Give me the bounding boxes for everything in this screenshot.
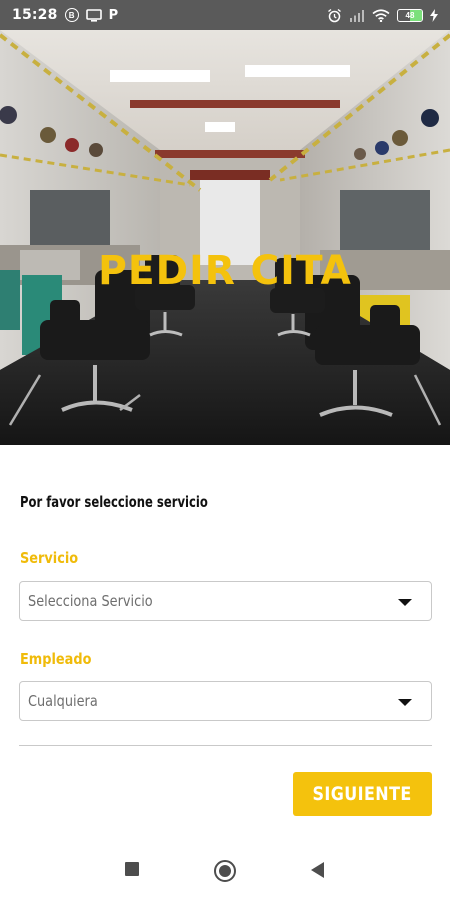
back-triangle-icon[interactable] (311, 862, 324, 878)
employee-select[interactable]: Cualquiera (19, 681, 432, 721)
b-circle-icon: B (64, 8, 79, 22)
status-time: 15:28 (12, 7, 58, 23)
barbershop-photo (0, 30, 450, 445)
home-circle-icon[interactable] (214, 860, 236, 882)
hero-title: PEDIR CITA (98, 248, 352, 294)
next-button[interactable]: SIGUIENTE (293, 772, 432, 816)
service-select-value: Selecciona Servicio (28, 592, 153, 610)
alarm-icon (327, 8, 342, 23)
recents-square-icon[interactable] (125, 862, 139, 876)
signal-icon (349, 9, 365, 22)
employee-select-value: Cualquiera (28, 692, 98, 710)
chevron-down-icon (398, 599, 412, 606)
chevron-down-icon (398, 699, 412, 706)
form-divider (19, 745, 432, 746)
battery-icon: 48 (397, 8, 423, 22)
wifi-icon (372, 8, 390, 22)
p-icon: P (108, 7, 119, 23)
service-select[interactable]: Selecciona Servicio (19, 581, 432, 621)
status-right-group: 48 (327, 8, 438, 23)
navigation-bar (0, 842, 450, 900)
status-left-group: 15:28 B P (12, 7, 118, 23)
hero-banner: PEDIR CITA (0, 30, 450, 445)
service-label: Servicio (20, 549, 79, 567)
battery-text: 48 (405, 10, 415, 20)
status-bar: 15:28 B P 48 (0, 0, 450, 30)
next-button-label: SIGUIENTE (312, 783, 413, 805)
charging-icon (430, 8, 438, 22)
form-instruction: Por favor seleccione servicio (20, 493, 208, 511)
employee-label: Empleado (20, 650, 92, 668)
cast-icon (85, 8, 102, 22)
